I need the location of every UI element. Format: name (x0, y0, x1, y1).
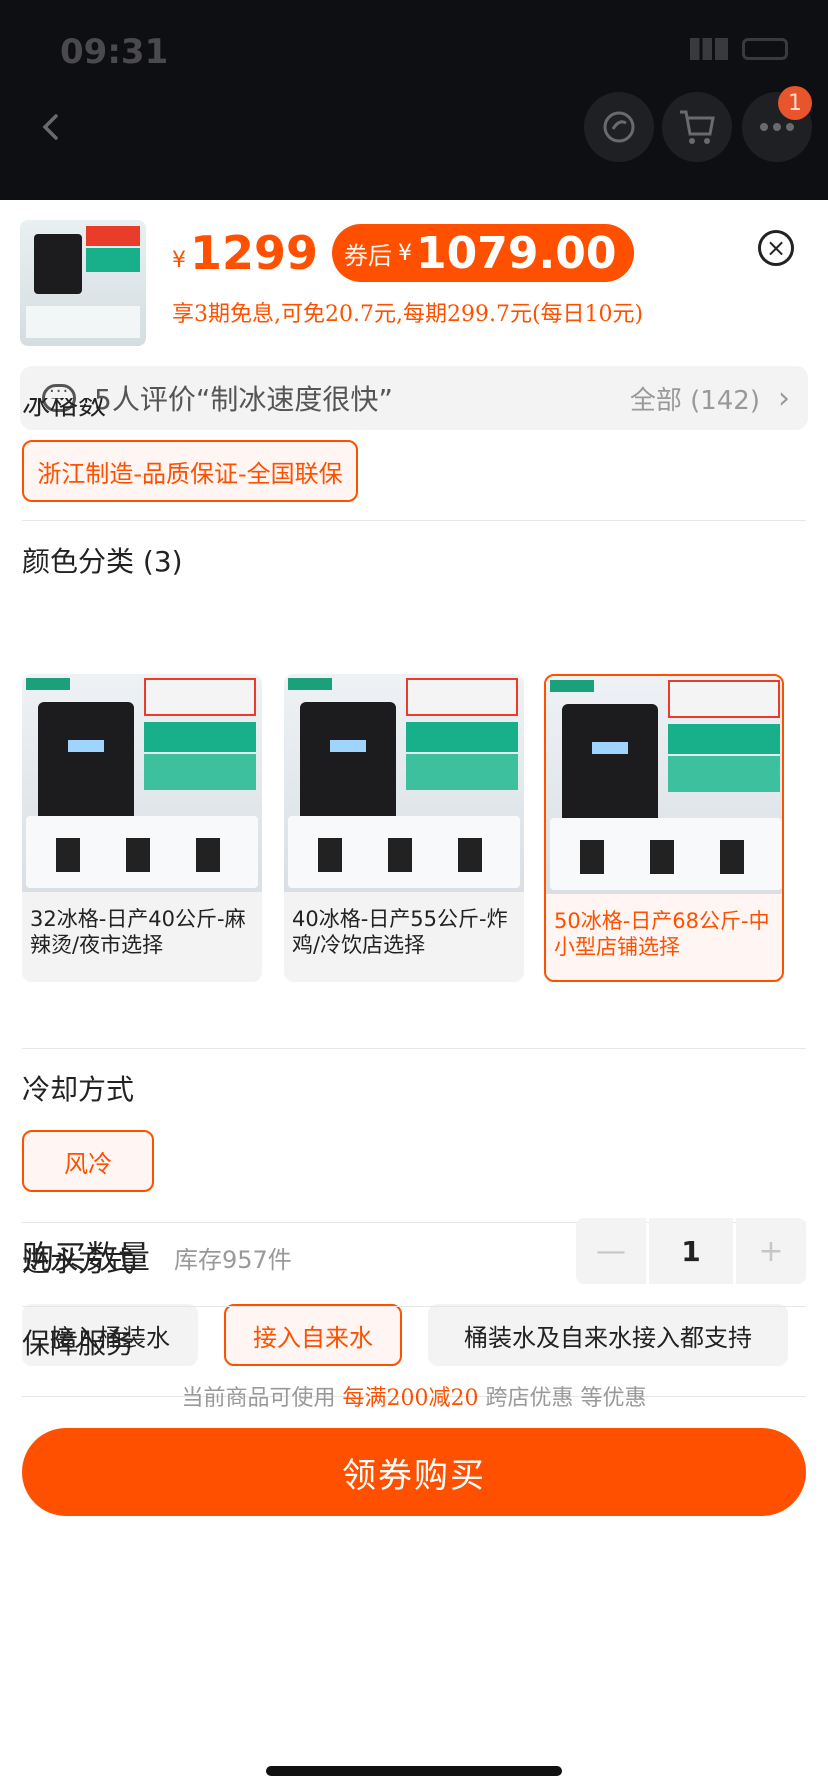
cart-icon (680, 110, 715, 144)
divider (22, 1048, 806, 1049)
close-icon: × (765, 234, 787, 262)
product-thumbnail[interactable] (20, 220, 146, 346)
color-option-caption: 32冰格-日产40公斤-麻辣烫/夜市选择 (30, 907, 246, 957)
option-cooling-air[interactable]: 风冷 (22, 1130, 154, 1192)
close-button[interactable]: × (758, 230, 794, 266)
promo-prefix: 当前商品可使用 (181, 1386, 336, 1411)
sku-selector-sheet: ¥ 1299 券后 ¥ 1079.00 × 享3期免息,可免20.7元,每期29… (0, 200, 828, 1792)
promo-text: 当前商品可使用 每满200减20 跨店优惠 等优惠 (0, 1380, 828, 1412)
brand-logo (288, 678, 332, 690)
machine-image (300, 702, 396, 822)
background-page-header: 09:31 1 (0, 0, 828, 200)
color-option-image (22, 674, 262, 892)
status-icons (690, 38, 788, 60)
cart-button[interactable] (662, 92, 732, 162)
quantity-increase-button[interactable]: + (736, 1218, 806, 1284)
recommend-tag (406, 722, 518, 752)
quantity-decrease-button[interactable]: — (576, 1218, 646, 1284)
color-option-3[interactable]: 50冰格-日产68公斤-中小型店铺选择 (544, 674, 784, 982)
mini-machine (126, 838, 150, 872)
quantity-label: 购买数量 (22, 1238, 151, 1276)
mini-machine (458, 838, 482, 872)
option-origin[interactable]: 浙江制造-品质保证-全国联保 (22, 440, 358, 502)
coupon-label: 券后 (344, 241, 393, 270)
coupon-price: 1079.00 (416, 227, 617, 279)
headline-tag (406, 678, 518, 716)
stock-count: 库存957件 (174, 1246, 292, 1274)
review-all: 全部 (142) (629, 385, 760, 416)
cart-badge: 1 (778, 86, 812, 120)
thumb-machine (34, 234, 82, 294)
spec-tag (144, 754, 256, 790)
battery-icon (742, 38, 788, 60)
machine-screen (68, 740, 104, 752)
divider (22, 1306, 806, 1307)
color-option-1[interactable]: 32冰格-日产40公斤-麻辣烫/夜市选择 (22, 674, 262, 982)
option-water-tap[interactable]: 接入自来水 (224, 1304, 402, 1366)
promo-highlight: 每满200减20 (342, 1386, 479, 1411)
thumb-tag (86, 226, 140, 246)
section-label-color: 颜色分类 (3) (22, 545, 183, 578)
spec-tag (406, 754, 518, 790)
mini-machine (318, 838, 342, 872)
mini-machine (720, 840, 744, 874)
promo-suffix: 跨店优惠 等优惠 (485, 1386, 647, 1411)
status-time: 09:31 (60, 32, 169, 72)
brand-logo (550, 680, 594, 692)
divider (22, 520, 806, 521)
recommend-tag (668, 724, 780, 754)
color-option-caption: 50冰格-日产68公斤-中小型店铺选择 (554, 909, 770, 959)
thumb-tag (86, 248, 140, 272)
installment-text: 享3期免息,可免20.7元,每期299.7元(每日10元) (172, 302, 644, 327)
quantity-value[interactable]: 1 (649, 1218, 733, 1284)
section-label-cooling: 冷却方式 (22, 1073, 135, 1106)
price-symbol: ¥ (172, 247, 186, 273)
section-label-ice-grid: 冰格数 (22, 398, 107, 421)
thumb-strip (26, 306, 140, 338)
mini-machine (650, 840, 674, 874)
machine-image (562, 704, 658, 824)
claim-coupon-buy-button[interactable]: 领券购买 (22, 1428, 806, 1516)
machine-screen (592, 742, 628, 754)
review-text: 5人评价“制冰速度很快” (94, 383, 393, 416)
machine-image (38, 702, 134, 822)
chevron-left-icon (42, 114, 58, 140)
chevron-right-icon: › (778, 380, 790, 416)
more-icon (760, 123, 794, 131)
back-button[interactable] (16, 92, 86, 162)
price: 1299 (190, 226, 319, 280)
color-option-2[interactable]: 40冰格-日产55公斤-炸鸡/冷饮店选择 (284, 674, 524, 982)
brand-logo (26, 678, 70, 690)
spec-tag (668, 756, 780, 792)
headline-tag (668, 680, 780, 718)
machine-screen (330, 740, 366, 752)
mini-machine (196, 838, 220, 872)
recommend-tag (144, 722, 256, 752)
mini-machine (580, 840, 604, 874)
home-indicator (266, 1766, 562, 1776)
color-option-image (546, 676, 782, 894)
mini-machine (388, 838, 412, 872)
share-icon (603, 111, 635, 143)
section-label-service: 保障服务 (22, 1327, 135, 1360)
option-water-both[interactable]: 桶装水及自来水接入都支持 (428, 1304, 788, 1366)
color-option-image (284, 674, 524, 892)
coupon-price-pill: 券后 ¥ 1079.00 (332, 224, 635, 282)
coupon-symbol: ¥ (398, 240, 413, 266)
color-option-caption: 40冰格-日产55公斤-炸鸡/冷饮店选择 (292, 907, 508, 957)
share-button[interactable] (584, 92, 654, 162)
headline-tag (144, 678, 256, 716)
price-row: ¥ 1299 券后 ¥ 1079.00 (172, 224, 635, 282)
mini-machine (56, 838, 80, 872)
review-summary[interactable]: 5人评价“制冰速度很快” 全部 (142) › (20, 366, 808, 430)
signal-icon (690, 38, 728, 60)
quantity-stepper: — 1 + (576, 1218, 806, 1284)
